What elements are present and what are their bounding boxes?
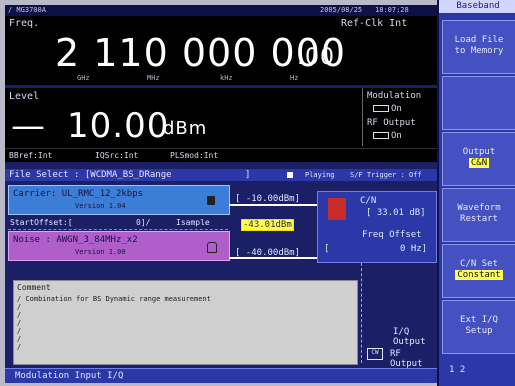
modulation-toggle[interactable]: On	[373, 104, 402, 114]
cw-badge: CW	[367, 348, 383, 360]
unit-khz: kHz	[220, 74, 233, 82]
noise-label: Noise : AWGN_3_84MHz_x2	[13, 235, 138, 245]
cn-panel[interactable]: C/N [ 33.01 dB] Freq Offset [ 0 Hz]	[317, 191, 437, 263]
mod-rf-box: Modulation On RF Output On	[362, 88, 437, 146]
load-file-button[interactable]: Load File to Memory	[442, 20, 515, 74]
playing-indicator	[287, 172, 293, 178]
level-value: 10.00	[67, 106, 170, 146]
output-line	[361, 263, 364, 363]
comment-line: /	[17, 327, 22, 335]
lock-icon	[207, 196, 215, 205]
comment-title: Comment	[17, 283, 51, 292]
freq-label: Freq.	[9, 18, 40, 29]
level-unit: dBm	[163, 118, 208, 139]
level-panel[interactable]: Level — 10.00 dBm Modulation On RF Outpu…	[5, 88, 437, 162]
page-indicator[interactable]: 1 2	[449, 365, 465, 375]
file-select-bracket: ]	[245, 170, 251, 180]
comment-line: /	[17, 311, 22, 319]
spectrum-icon	[328, 198, 346, 220]
level-sign: —	[11, 106, 46, 146]
noise-block[interactable]: Noise : AWGN_3_84MHz_x2 Version 1.00	[8, 231, 230, 261]
frequency-panel[interactable]: Freq. Ref-Clk Int 2 110 000 000 .00 GHz …	[5, 16, 437, 85]
frequency-fraction: .00	[297, 45, 335, 70]
total-level: -43.01dBm	[241, 219, 294, 231]
time-text: 18:07:28	[375, 6, 409, 14]
modulation-label: Modulation	[367, 91, 422, 101]
status-line: BBref:Int IQSrc:Int PLSmod:Int	[5, 148, 437, 163]
noise-arrow	[229, 257, 317, 259]
carrier-arrow	[229, 204, 317, 206]
start-offset-unit: Isample	[176, 218, 210, 227]
cn-value: [ 33.01 dB]	[366, 208, 426, 218]
ext-iq-setup-button[interactable]: Ext I/Q Setup	[442, 300, 515, 354]
iqsrc-text: IQSrc:Int	[95, 151, 139, 160]
noise-version: Version 1.00	[75, 248, 126, 256]
instrument-screen: / MG3700A 2005/08/25 18:07:28 Freq. Ref-…	[5, 5, 437, 383]
level-label: Level	[9, 91, 40, 102]
file-select-label: File Select : [WCDMA_BS_DRange	[9, 170, 172, 180]
unit-ghz: GHz	[77, 74, 90, 82]
blank-button[interactable]	[442, 76, 515, 130]
carrier-block[interactable]: Carrier: UL_RMC_12_2kbps Version 1.04	[8, 185, 230, 215]
rf-output-toggle[interactable]: On	[373, 131, 402, 141]
comment-line: /	[17, 335, 22, 343]
comment-line: /	[17, 343, 22, 351]
freq-offset-label: Freq Offset	[362, 230, 422, 240]
waveform-restart-button[interactable]: Waveform Restart	[442, 188, 515, 242]
unit-mhz: MHz	[147, 74, 160, 82]
plsmod-text: PLSmod:Int	[170, 151, 219, 160]
rf-output-out-label: RF Output	[390, 349, 423, 369]
carrier-label: Carrier: UL_RMC_12_2kbps	[13, 189, 144, 199]
rf-output-label: RF Output	[367, 118, 416, 128]
freq-offset-bracket: [	[324, 244, 330, 254]
output-cn-button[interactable]: Output C&N	[442, 132, 515, 186]
date-text: 2005/08/25	[320, 6, 363, 14]
modulation-input-label: Modulation Input I/Q	[15, 371, 124, 381]
carrier-level[interactable]: [ -10.00dBm]	[235, 194, 300, 204]
iq-output-label: I/Q Output	[393, 327, 426, 347]
menu-title: Baseband	[439, 0, 515, 13]
comment-line: /	[17, 319, 22, 327]
modulation-input-bar: Modulation Input I/Q	[5, 368, 437, 383]
unlock-icon	[207, 242, 217, 253]
comment-lines: / Combination for BS Dynamic range measu…	[17, 295, 347, 351]
comment-line: / Combination for BS Dynamic range measu…	[17, 295, 211, 303]
start-offset-label: StartOffset:[	[10, 218, 73, 227]
bbref-text: BBref:Int	[9, 151, 53, 160]
comment-box[interactable]: Comment / Combination for BS Dynamic ran…	[13, 280, 358, 365]
file-select-bar[interactable]: File Select : [WCDMA_BS_DRange ] Playing…	[5, 169, 437, 181]
playing-label: Playing	[305, 171, 335, 179]
carrier-version: Version 1.04	[75, 202, 126, 210]
freq-offset-value: 0 Hz]	[400, 244, 428, 254]
comment-line: /	[17, 303, 22, 311]
ref-clk-label: Ref-Clk Int	[341, 18, 408, 29]
start-offset-row[interactable]: StartOffset:[ 0]/ Isample	[8, 217, 228, 230]
cn-set-button[interactable]: C/N Set Constant	[442, 244, 515, 298]
top-status-bar: / MG3700A 2005/08/25 18:07:28	[5, 5, 437, 16]
logo-text: / MG3700A	[8, 6, 46, 14]
cn-label: C/N	[360, 196, 377, 206]
trigger-label: S/F Trigger : Off	[350, 171, 422, 179]
start-offset-value: 0]/	[136, 218, 151, 227]
unit-hz: Hz	[290, 74, 299, 82]
baseband-menu: Baseband Load File to Memory Output C&N Wa…	[437, 0, 515, 386]
